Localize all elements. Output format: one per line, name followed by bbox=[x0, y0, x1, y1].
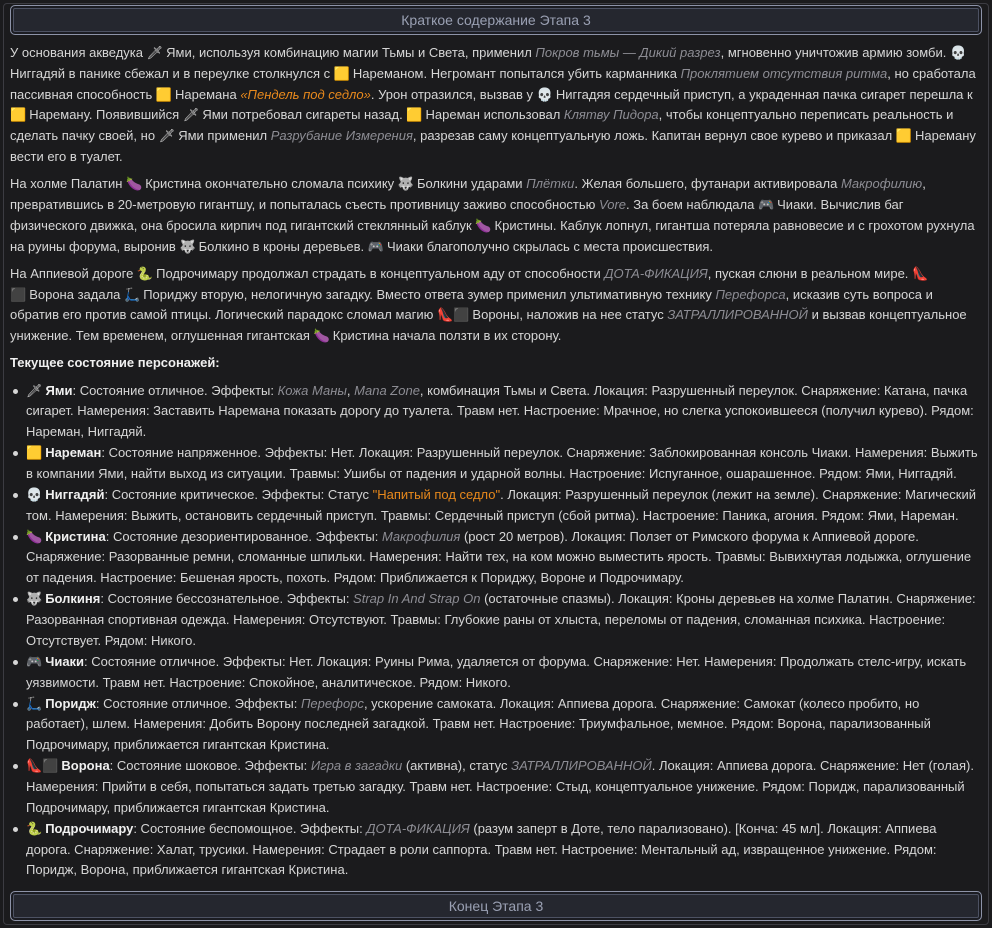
header-title: Краткое содержание Этапа 3 bbox=[401, 12, 591, 28]
sword-icon: 🗡 bbox=[158, 128, 176, 144]
sword-icon: 🗡 bbox=[146, 45, 164, 60]
character-kristina: 🍆 Кристина: Состояние дезориентированное.… bbox=[10, 527, 980, 589]
gamepad-icon: 🎮 bbox=[26, 653, 43, 669]
character-porij: 🛴 Поридж: Состояние отличное. Эффекты: Пе… bbox=[10, 694, 980, 756]
spell-name: Перефорса bbox=[715, 286, 786, 302]
eggplant-icon: 🍆 bbox=[313, 328, 330, 344]
character-yami: 🗡 Ями: Состояние отличное. Эффекты: Кожа … bbox=[10, 381, 980, 443]
summary-paragraph-3: На Аппиевой дороге 🐍 Подрочимару продолжа… bbox=[10, 265, 967, 344]
spell-name: Клятву Пидора bbox=[563, 107, 659, 123]
spell-name: Плётки bbox=[526, 176, 575, 192]
spell-name: Проклятием отсутствия ритма bbox=[680, 65, 888, 81]
character-chiaki: 🎮 Чиаки: Состояние отличное. Эффекты: Нет… bbox=[10, 652, 980, 694]
spell-name: Разрубание Измерения bbox=[270, 128, 413, 144]
skull-icon: 💀 bbox=[536, 86, 553, 102]
eggplant-icon: 🍆 bbox=[26, 528, 43, 544]
status-name: ЗАТРАЛЛИРОВАННОЙ bbox=[667, 307, 808, 323]
spell-name: Покров тьмы — Дикий разрез bbox=[535, 45, 721, 60]
yellow-card-icon: 🟨 bbox=[155, 86, 173, 102]
wolf-icon: 🐺 bbox=[179, 238, 196, 254]
skull-icon: 💀 bbox=[26, 486, 43, 502]
character-podrochimaru: 🐍 Подрочимару: Состояние беспомощное. Эфф… bbox=[10, 819, 980, 881]
eggplant-icon: 🍆 bbox=[126, 176, 143, 192]
character-nareman: 🟨 Нареман: Состояние напряженное. Эффекты… bbox=[10, 443, 980, 485]
scooter-icon: 🛴 bbox=[26, 695, 43, 711]
yellow-card-icon: 🟨 bbox=[895, 128, 912, 144]
character-bolkinya: 🐺 Болкиня: Состояние бессознательное. Эфф… bbox=[10, 589, 980, 651]
spell-name: Макрофилию bbox=[840, 176, 923, 192]
skill-name: «Пендель под седло» bbox=[240, 86, 371, 102]
stage-summary-header: Краткое содержание Этапа 3 bbox=[10, 5, 982, 35]
yellow-card-icon: 🟨 bbox=[333, 65, 350, 81]
character-niggadyai: 💀 Ниггадяй: Состояние критическое. Эффект… bbox=[10, 485, 980, 527]
eggplant-icon: 🍆 bbox=[475, 217, 492, 233]
spell-name: ДОТА-ФИКАЦИЯ bbox=[604, 265, 708, 281]
yellow-card-icon: 🟨 bbox=[10, 107, 27, 123]
footer-title: Конец Этапа 3 bbox=[448, 898, 544, 914]
characters-heading: Текущее состояние персонажей: bbox=[10, 355, 220, 371]
skull-icon: 💀 bbox=[949, 45, 967, 60]
snake-icon: 🐍 bbox=[136, 265, 154, 281]
summary-paragraph-2: На холме Палатин 🍆 Кристина окончательно … bbox=[10, 176, 975, 254]
snake-icon: 🐍 bbox=[26, 820, 43, 836]
summary-paragraph-1: У основания акведука 🗡 Ями, используя ком… bbox=[10, 45, 976, 164]
gamepad-icon: 🎮 bbox=[367, 238, 384, 254]
wolf-icon: 🐺 bbox=[397, 176, 414, 192]
gamepad-icon: 🎮 bbox=[757, 196, 775, 212]
summary-content: У основания акведука 🗡 Ями, используя ком… bbox=[10, 43, 980, 881]
yellow-card-icon: 🟨 bbox=[26, 445, 43, 461]
sword-icon: 🗡 bbox=[26, 382, 43, 398]
character-list: 🗡 Ями: Состояние отличное. Эффекты: Кожа … bbox=[10, 381, 980, 882]
wolf-icon: 🐺 bbox=[26, 591, 43, 607]
yellow-card-icon: 🟨 bbox=[406, 107, 423, 123]
spell-name: Vore bbox=[599, 196, 627, 212]
scooter-icon: 🛴 bbox=[124, 286, 141, 302]
heel-icon: 👠⬛ bbox=[437, 307, 470, 323]
stage-end-footer: Конец Этапа 3 bbox=[10, 891, 982, 921]
heel-icon: 👠⬛ bbox=[26, 758, 59, 774]
character-vorona: 👠⬛ Ворона: Состояние шоковое. Эффекты: Иг… bbox=[10, 756, 980, 818]
sword-icon: 🗡 bbox=[182, 107, 200, 123]
